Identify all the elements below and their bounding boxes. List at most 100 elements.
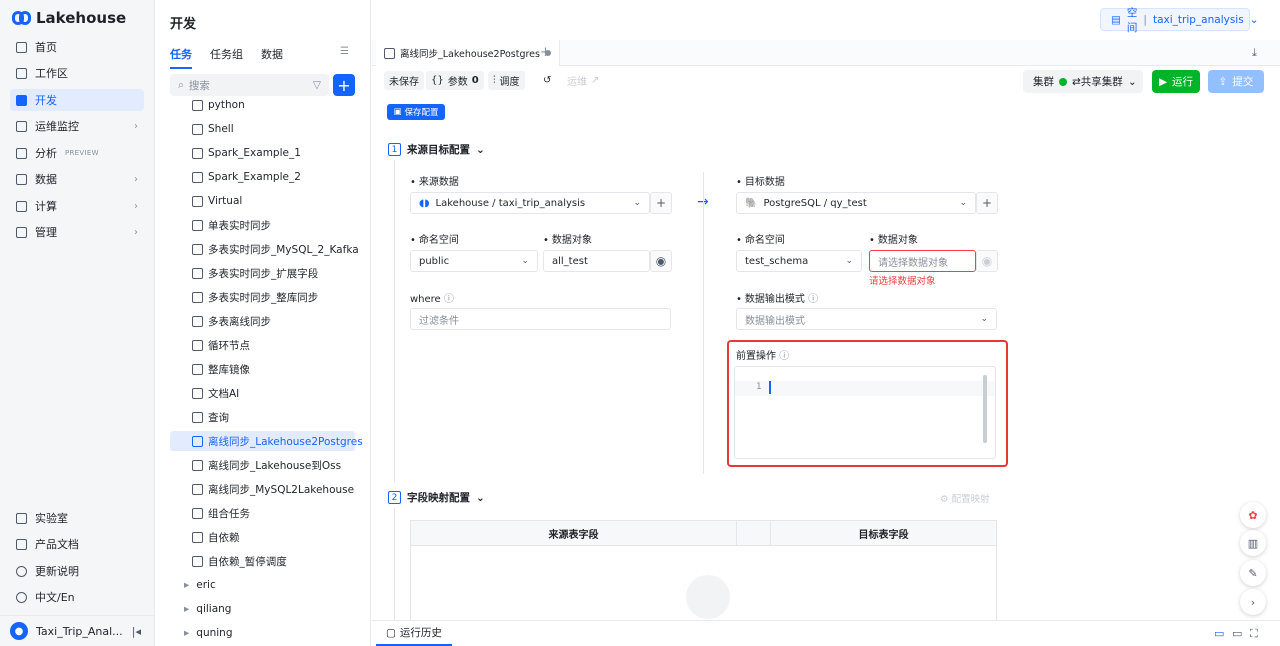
task-file-icon: [192, 147, 203, 159]
task-item[interactable]: 单表实时同步: [192, 215, 271, 235]
preview-eye-icon[interactable]: ◉: [976, 250, 998, 272]
globe-icon: [16, 591, 27, 603]
folder-item[interactable]: ▸ quning: [184, 627, 233, 639]
nav-item-workspace[interactable]: 工作区: [10, 62, 144, 84]
tab-run-history[interactable]: ▢ 运行历史: [376, 621, 452, 646]
task-item[interactable]: 文档AI: [192, 383, 239, 403]
task-item[interactable]: Spark_Example_1: [192, 143, 301, 163]
layout-bottom-icon[interactable]: ▭: [1214, 627, 1224, 640]
user-workspace-switcher[interactable]: ● Taxi_Trip_Anal... |◂: [0, 615, 155, 646]
task-item[interactable]: python: [192, 95, 245, 115]
space-selector[interactable]: ▤ 空间 | taxi_trip_analysis ⌄: [1100, 7, 1259, 34]
task-item[interactable]: 离线同步_MySQL2Lakehouse: [192, 479, 354, 499]
ops-link[interactable]: 运维 ↗: [562, 71, 604, 90]
task-item[interactable]: 多表实时同步_MySQL_2_Kafka: [192, 239, 359, 259]
postgresql-icon: 🐘: [745, 197, 758, 209]
task-item[interactable]: 多表离线同步: [192, 311, 271, 331]
nav-item-docs[interactable]: 产品文档: [10, 533, 144, 555]
task-item[interactable]: Virtual: [192, 191, 242, 211]
save-config-button[interactable]: ▣ 保存配置: [387, 104, 445, 120]
task-item[interactable]: 整库镜像: [192, 359, 250, 379]
source-data-select[interactable]: ◖◗ Lakehouse / taxi_trip_analysis ⌄: [410, 192, 650, 214]
nav-item-compute[interactable]: 计算 ›: [10, 195, 144, 217]
task-item[interactable]: 循环节点: [192, 335, 250, 355]
task-file-icon: [192, 555, 203, 567]
source-object-select[interactable]: all_test: [543, 250, 650, 272]
new-tab-button[interactable]: +: [540, 45, 551, 60]
space-name: taxi_trip_analysis: [1152, 13, 1244, 26]
download-icon[interactable]: ⤓: [1252, 46, 1257, 60]
target-object-select[interactable]: 请选择数据对象: [869, 250, 976, 272]
note-icon[interactable]: ✎: [1240, 560, 1266, 586]
task-item[interactable]: Spark_Example_2: [192, 167, 301, 187]
where-input[interactable]: 过滤条件: [410, 308, 671, 330]
task-file-icon: [192, 411, 203, 423]
collapse-sidebar-icon[interactable]: |◂: [132, 625, 141, 638]
task-item[interactable]: 组合任务: [192, 503, 250, 523]
layout-split-icon[interactable]: ▭: [1232, 627, 1242, 640]
task-item[interactable]: 离线同步_Lakehouse到Oss: [192, 455, 341, 475]
task-item[interactable]: 离线同步_Lakehouse2Postgres: [170, 431, 363, 451]
nav-item-develop[interactable]: 开发: [10, 89, 144, 111]
add-source-button[interactable]: +: [650, 192, 672, 214]
output-mode-select[interactable]: 数据输出模式 ⌄: [736, 308, 997, 330]
task-item[interactable]: 多表实时同步_整库同步: [192, 287, 318, 307]
ai-assistant-icon[interactable]: ✿: [1240, 502, 1266, 528]
preview-eye-icon[interactable]: ◉: [650, 250, 672, 272]
editor-tab[interactable]: 离线同步_Lakehouse2Postgres: [376, 40, 560, 66]
nav-item-data[interactable]: 数据 ›: [10, 168, 144, 190]
target-data-select[interactable]: 🐘 PostgreSQL / qy_test ⌄: [736, 192, 976, 214]
task-file-icon: [192, 171, 203, 183]
chevron-right-icon[interactable]: ›: [1240, 589, 1266, 615]
history-icon[interactable]: ↺: [538, 71, 556, 90]
pre-operation-editor[interactable]: 1: [734, 366, 996, 459]
nav-item-analysis[interactable]: 分析 PREVIEW: [10, 142, 144, 164]
add-target-button[interactable]: +: [976, 192, 998, 214]
fullscreen-icon[interactable]: ⛶: [1250, 627, 1258, 641]
brand-logo[interactable]: Lakehouse: [12, 9, 126, 27]
bottom-panel-bar: ▢ 运行历史 ▭ ▭ ⛶: [372, 620, 1280, 646]
target-namespace-select[interactable]: test_schema ⌄: [736, 250, 862, 272]
folder-item[interactable]: ▸ qiliang: [184, 603, 231, 615]
nav-item-home[interactable]: 首页: [10, 36, 144, 58]
search-input[interactable]: ⌕ 搜索 ▽: [170, 74, 329, 96]
nav-item-lab[interactable]: 实验室: [10, 507, 144, 529]
tab-task-groups[interactable]: 任务组: [210, 46, 243, 69]
chevron-down-icon: ⌄: [845, 256, 853, 266]
tree-collapse-icon[interactable]: ☰: [340, 46, 349, 57]
tab-tasks[interactable]: 任务: [170, 46, 192, 69]
task-file-icon: [192, 99, 203, 111]
filter-icon[interactable]: ▽: [313, 79, 321, 91]
section-source-target[interactable]: 1 来源目标配置 ⌄: [388, 142, 485, 157]
submit-button[interactable]: ⇪ 提交: [1208, 70, 1264, 93]
task-item[interactable]: 自依赖_暂停调度: [192, 551, 287, 571]
nav-item-manage[interactable]: 管理 ›: [10, 221, 144, 243]
upload-icon: ⇪: [1218, 75, 1228, 88]
task-item[interactable]: 自依赖: [192, 527, 240, 547]
config-mapping-button[interactable]: ⚙ 配置映射: [940, 491, 990, 505]
task-file-icon: [192, 315, 203, 327]
schedule-button[interactable]: ⫶ 调度: [488, 71, 525, 90]
tab-data[interactable]: 数据: [261, 46, 283, 69]
params-button[interactable]: {} 参数 0: [426, 71, 484, 90]
chevron-right-icon: ›: [134, 173, 138, 185]
play-icon: ▶: [1158, 75, 1168, 88]
source-namespace-select[interactable]: public ⌄: [410, 250, 538, 272]
cluster-selector[interactable]: 集群 ⇄共享集群 ⌄: [1023, 70, 1143, 93]
chevron-down-icon: ⌄: [1127, 75, 1137, 88]
nav-item-changelog[interactable]: 更新说明: [10, 560, 144, 582]
add-task-button[interactable]: +: [333, 74, 355, 96]
run-button[interactable]: ▶ 运行: [1152, 70, 1200, 93]
section-divider: [394, 508, 395, 620]
editor-scrollbar[interactable]: [983, 375, 987, 443]
nav-item-monitor[interactable]: 运维监控 ›: [10, 115, 144, 137]
section-field-mapping[interactable]: 2 字段映射配置 ⌄: [388, 490, 485, 505]
pre-operation-label: 前置操作 ⓘ: [736, 351, 790, 362]
info-icon: ⓘ: [443, 294, 454, 305]
nav-item-language[interactable]: 中文/En: [10, 586, 144, 608]
folder-item[interactable]: ▸ eric: [184, 579, 216, 591]
book-icon[interactable]: ▥: [1240, 530, 1266, 556]
task-item[interactable]: Shell: [192, 119, 234, 139]
task-item[interactable]: 查询: [192, 407, 229, 427]
task-item[interactable]: 多表实时同步_扩展字段: [192, 263, 318, 283]
